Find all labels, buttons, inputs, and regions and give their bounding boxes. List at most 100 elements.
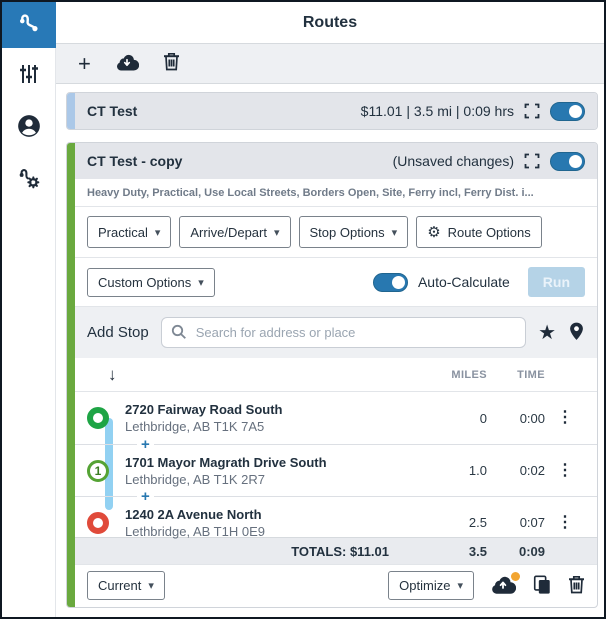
stop-miles: 0 xyxy=(479,410,487,426)
stop-address: 2720 Fairway Road South xyxy=(125,402,283,417)
sort-direction-icon[interactable]: ↓ xyxy=(108,365,117,385)
route-enabled-toggle[interactable] xyxy=(550,101,585,121)
stop-menu-button[interactable]: ⋮ xyxy=(545,410,585,426)
miles-column-header: MILES xyxy=(451,368,487,381)
panel-titlebar: Routes xyxy=(56,2,604,44)
plus-icon: + xyxy=(78,50,91,76)
stop-time: 0:02 xyxy=(519,463,545,478)
trash-icon xyxy=(163,52,180,75)
calculate-row: Custom Options ▾ Auto-Calculate Run xyxy=(75,258,597,306)
stop-city: Lethbridge, AB T1K 7A5 xyxy=(125,419,265,434)
page-title: Routes xyxy=(302,13,358,31)
route-profile-summary-row[interactable]: Heavy Duty, Practical, Use Local Streets… xyxy=(75,179,597,207)
delete-route-button[interactable] xyxy=(568,575,585,597)
stop-row-destination[interactable]: + 1240 2A Avenue North Lethbridge, AB T1… xyxy=(75,487,597,548)
delete-routes-button[interactable] xyxy=(163,52,180,75)
destination-marker-icon xyxy=(87,511,109,534)
stop-address: 1701 Mayor Magrath Drive South xyxy=(125,454,327,470)
route-accent-bar xyxy=(67,143,75,607)
route-accent-bar xyxy=(67,93,75,129)
stops-table-header: ↓ MILES TIME xyxy=(75,358,597,392)
search-input[interactable] xyxy=(160,317,527,348)
chevron-down-icon: ▾ xyxy=(391,226,398,239)
expand-route-button[interactable] xyxy=(524,103,540,119)
nav-account[interactable] xyxy=(2,100,56,152)
route-card-ct-test-copy: CT Test - copy (Unsaved changes) Heavy D… xyxy=(66,142,598,608)
time-column-header: TIME xyxy=(517,368,545,381)
stop-city: Lethbridge, AB T1H 0E9 xyxy=(125,523,265,539)
optimize-label: Optimize xyxy=(399,578,451,593)
stop-options-dropdown[interactable]: Stop Options ▾ xyxy=(298,216,409,248)
waypoint-number: 1 xyxy=(94,463,102,478)
add-route-button[interactable]: + xyxy=(78,50,91,76)
app-window: Routes + CT Test $11.01 | 3.5 mi | 0:09 … xyxy=(0,0,606,619)
custom-options-label: Custom Options xyxy=(98,274,192,290)
route-options-button[interactable]: ⚙ Route Options xyxy=(416,216,542,248)
chevron-down-icon: ▾ xyxy=(273,226,280,239)
trash-icon xyxy=(568,575,585,597)
origin-marker-icon xyxy=(87,407,109,429)
stop-menu-button[interactable]: ⋮ xyxy=(545,514,585,531)
auto-calculate-toggle[interactable] xyxy=(372,272,408,292)
duplicate-route-button[interactable] xyxy=(532,574,552,598)
route-profile-summary: Heavy Duty, Practical, Use Local Streets… xyxy=(87,187,534,199)
stop-address: 1240 2A Avenue North xyxy=(125,506,262,522)
auto-calculate-label: Auto-Calculate xyxy=(417,274,510,290)
route-enabled-toggle[interactable] xyxy=(550,151,585,171)
route-card-ct-test[interactable]: CT Test $11.01 | 3.5 mi | 0:09 hrs xyxy=(66,92,598,130)
route-title: CT Test - copy xyxy=(87,153,183,169)
nav-route-tools[interactable] xyxy=(2,152,56,204)
chevron-down-icon: ▾ xyxy=(154,226,161,239)
nav-options[interactable] xyxy=(2,48,56,100)
sync-route-button[interactable] xyxy=(490,571,520,597)
route-summary: $11.01 | 3.5 mi | 0:09 hrs xyxy=(360,103,514,119)
route-card-header: CT Test $11.01 | 3.5 mi | 0:09 hrs xyxy=(75,93,597,129)
unsaved-changes-label: (Unsaved changes) xyxy=(392,153,514,169)
cloud-download-icon xyxy=(115,53,139,75)
run-button[interactable]: Run xyxy=(527,267,585,297)
route-option-buttons: Practical ▾ Arrive/Depart ▾ Stop Options… xyxy=(75,207,597,258)
arrive-depart-label: Arrive/Depart xyxy=(190,224,267,240)
search-icon xyxy=(171,324,187,345)
routes-toolbar: + xyxy=(56,44,604,84)
insert-stop-button[interactable]: + xyxy=(137,435,154,454)
star-icon: ★ xyxy=(538,321,556,344)
chevron-down-icon: ▾ xyxy=(198,276,204,289)
left-nav-rail xyxy=(2,2,56,617)
favorites-button[interactable]: ★ xyxy=(538,323,556,343)
copy-icon xyxy=(532,574,552,598)
route-cards: CT Test $11.01 | 3.5 mi | 0:09 hrs CT Te… xyxy=(56,84,604,617)
user-icon xyxy=(16,113,42,139)
arrive-depart-dropdown[interactable]: Arrive/Depart ▾ xyxy=(179,216,291,248)
stops-list: 2720 Fairway Road South Lethbridge, AB T… xyxy=(75,392,597,539)
current-route-dropdown[interactable]: Current ▾ xyxy=(87,571,165,600)
current-label: Current xyxy=(98,578,142,593)
route-options-label: Route Options xyxy=(447,224,531,240)
gear-icon: ⚙ xyxy=(427,224,441,241)
map-pin-icon xyxy=(568,321,585,345)
chevron-down-icon: ▾ xyxy=(148,580,154,592)
stop-miles: 1.0 xyxy=(468,463,487,478)
stop-options-label: Stop Options xyxy=(309,224,385,240)
route-gear-icon xyxy=(16,165,42,191)
route-footer: Current ▾ Optimize ▾ xyxy=(75,564,597,607)
route-icon xyxy=(16,10,42,41)
nav-routes[interactable] xyxy=(2,2,56,48)
chevron-down-icon: ▾ xyxy=(457,580,463,592)
custom-options-dropdown[interactable]: Custom Options ▾ xyxy=(87,267,215,297)
pick-on-map-button[interactable] xyxy=(568,321,585,345)
add-stop-label: Add Stop xyxy=(87,324,149,341)
download-routes-button[interactable] xyxy=(115,53,139,75)
insert-stop-button[interactable]: + xyxy=(137,487,154,506)
optimize-dropdown[interactable]: Optimize ▾ xyxy=(388,571,474,600)
route-card-header[interactable]: CT Test - copy (Unsaved changes) xyxy=(75,143,597,179)
expand-route-button[interactable] xyxy=(524,153,540,169)
add-stop-row: Add Stop ★ xyxy=(75,306,597,358)
stop-time: 0:07 xyxy=(519,515,545,530)
routes-panel: Routes + CT Test $11.01 | 3.5 mi | 0:09 … xyxy=(56,2,604,617)
route-title: CT Test xyxy=(87,103,138,119)
waypoint-marker-icon: 1 xyxy=(87,459,109,482)
routing-type-dropdown[interactable]: Practical ▾ xyxy=(87,216,172,248)
stop-city: Lethbridge, AB T1K 2R7 xyxy=(125,471,265,487)
stop-menu-button[interactable]: ⋮ xyxy=(545,462,585,479)
